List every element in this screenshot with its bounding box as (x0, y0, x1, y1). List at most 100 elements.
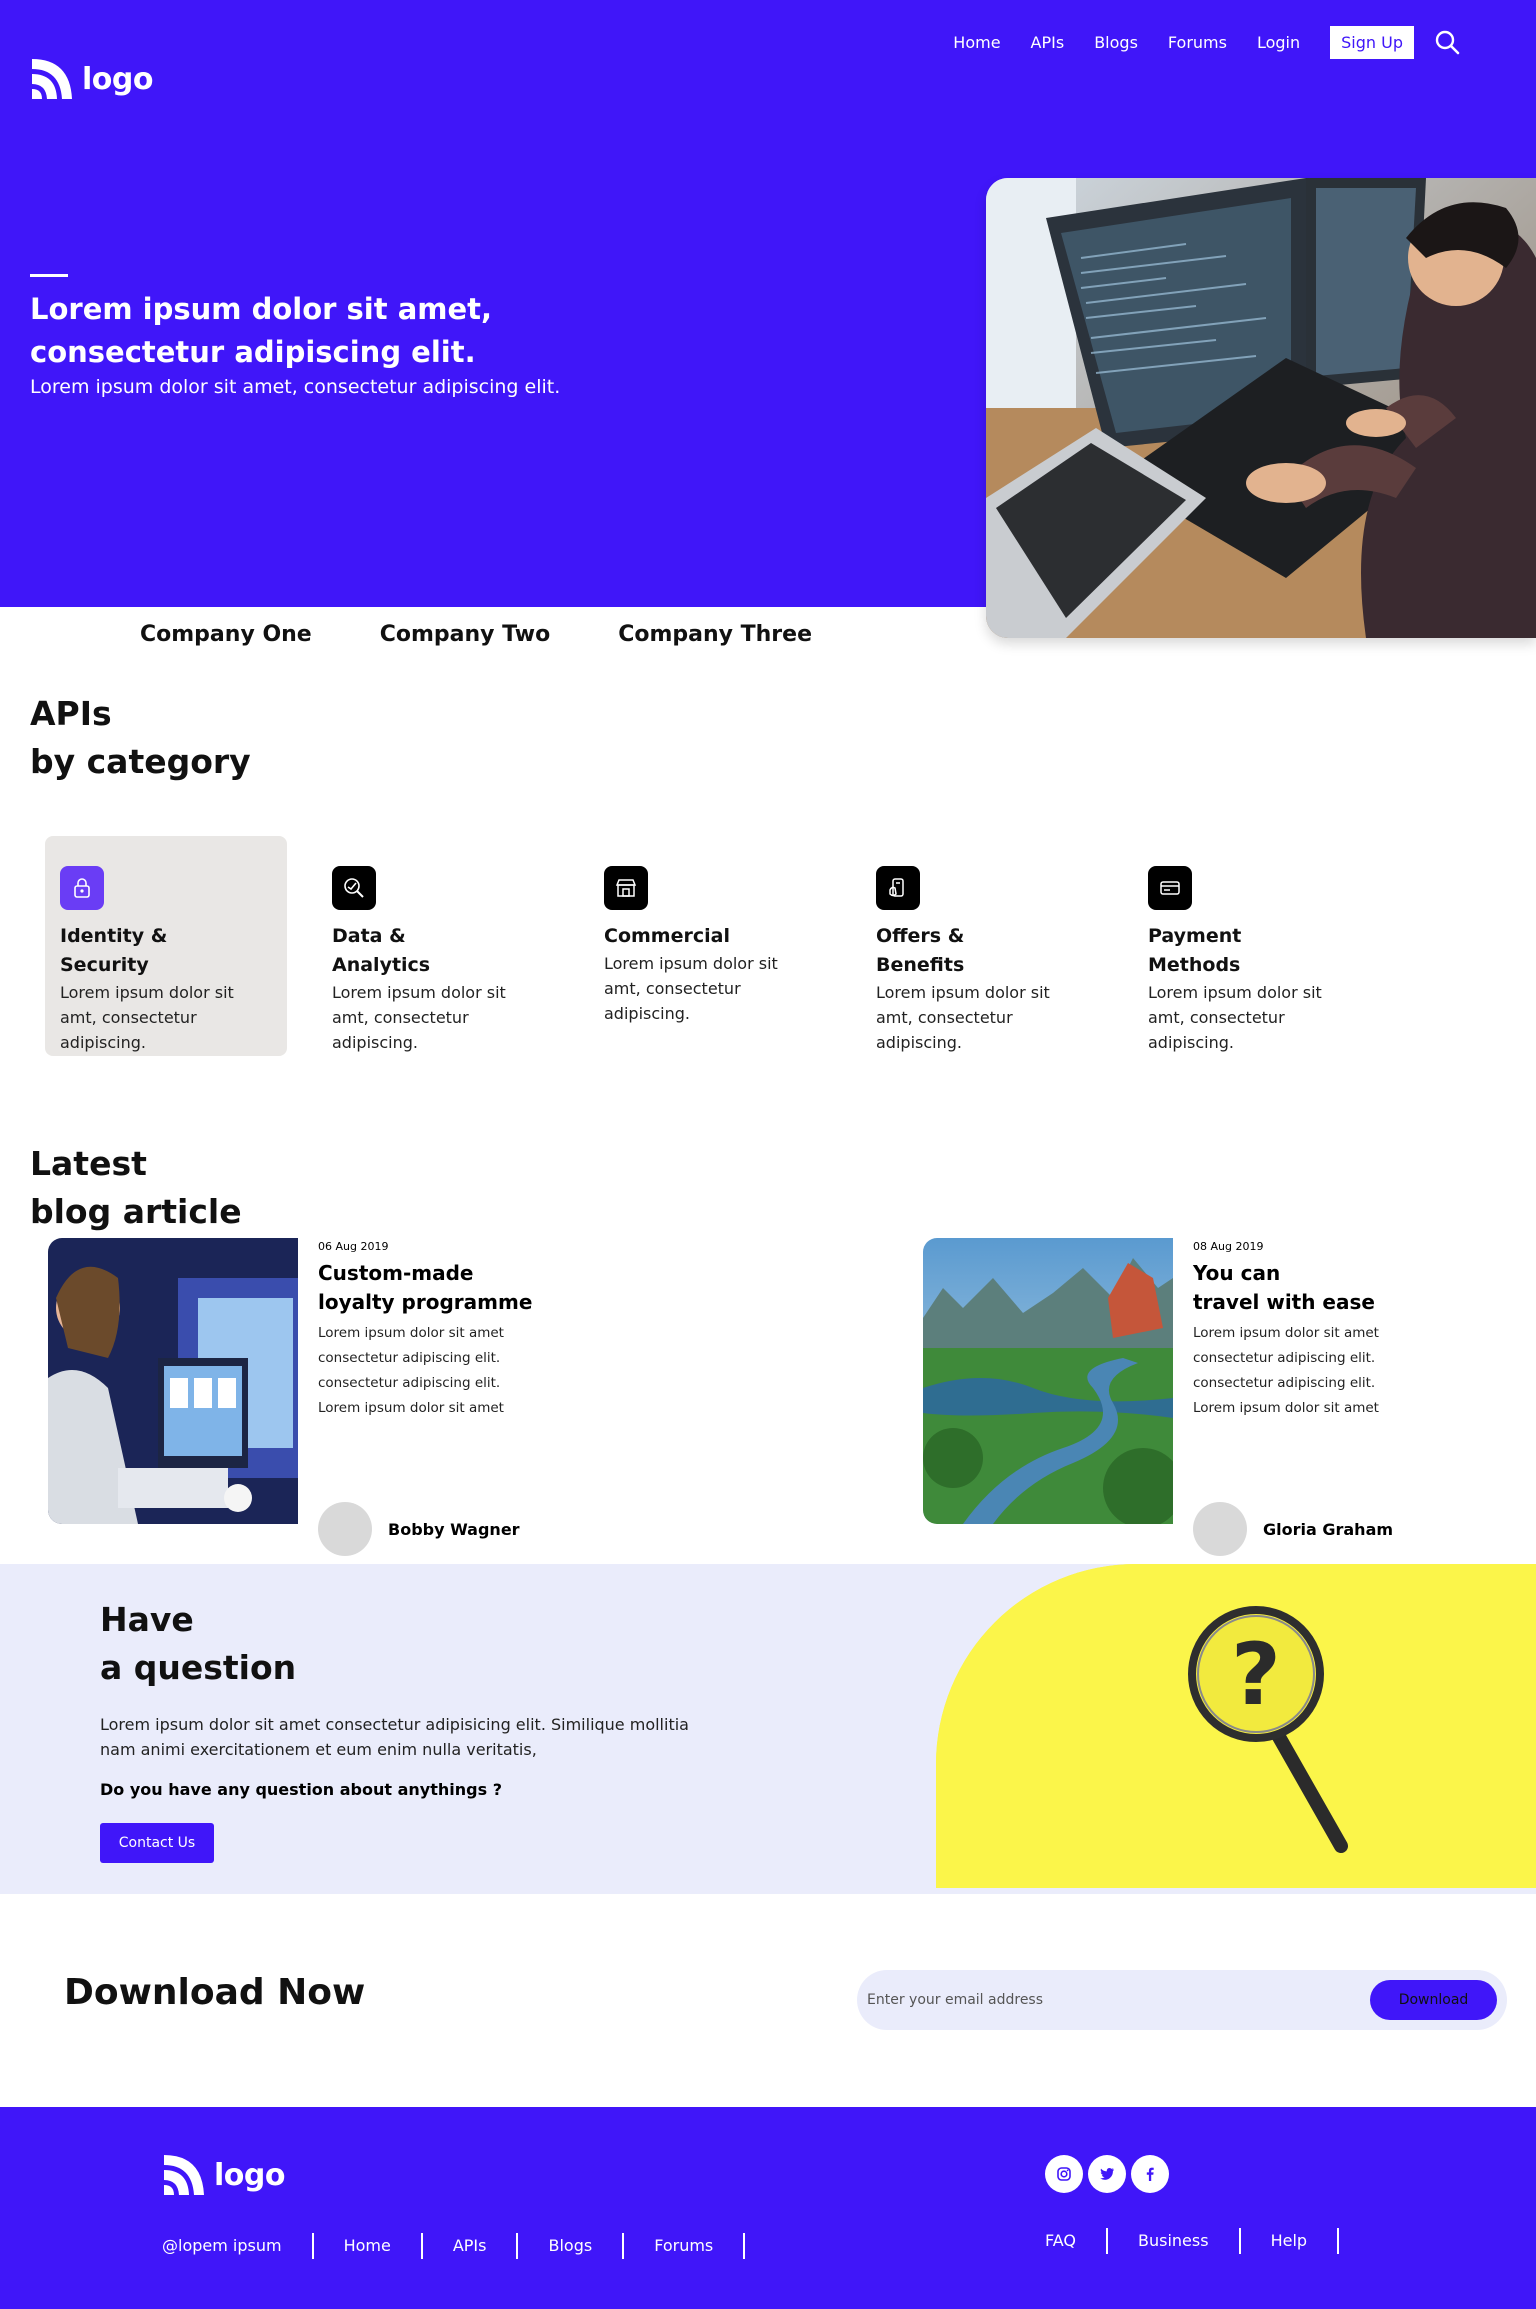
site-logo[interactable]: logo (30, 57, 153, 101)
category-payment-methods[interactable]: Payment Methods Lorem ipsum dolor sit amt… (1133, 836, 1375, 1056)
category-commercial[interactable]: Commercial Lorem ipsum dolor sit amt, co… (589, 836, 831, 1056)
author-name: Bobby Wagner (388, 1519, 520, 1539)
store-icon (604, 866, 648, 910)
hero-title: Lorem ipsum dolor sit amet, consectetur … (30, 292, 493, 369)
category-title-b: Security (60, 954, 149, 976)
instagram-icon[interactable] (1045, 2155, 1083, 2193)
blog-author: Gloria Graham (1193, 1502, 1453, 1556)
download-title-rest: Now (264, 1972, 366, 2013)
logo-icon (30, 57, 74, 101)
nav-apis[interactable]: APIs (1031, 33, 1065, 52)
question-section: Have a question Lorem ipsum dolor sit am… (0, 1564, 1536, 1894)
company-logos: Company One Company Two Company Three (140, 622, 812, 647)
category-title-a: Payment (1148, 925, 1242, 947)
category-title-b: Analytics (332, 954, 431, 976)
contact-us-button[interactable]: Contact Us (100, 1823, 214, 1863)
avatar (1193, 1502, 1247, 1556)
logo-text: logo (82, 61, 153, 97)
category-data-analytics[interactable]: Data & Analytics Lorem ipsum dolor sit am… (317, 836, 559, 1056)
top-nav: Home APIs Blogs Forums Login Sign Up (953, 22, 1536, 62)
category-desc: Lorem ipsum dolor sit amt, consectetur a… (1148, 983, 1322, 1052)
excerpt-line: Lorem ipsum dolor sit amet (1193, 1400, 1379, 1416)
category-title-a: Identity & (60, 925, 168, 947)
nav-forums[interactable]: Forums (1168, 33, 1227, 52)
blog-title-b: loyalty programme (318, 1290, 533, 1314)
category-desc: Lorem ipsum dolor sit amt, consectetur a… (332, 983, 506, 1052)
footer-link-home[interactable]: Home (314, 2233, 423, 2259)
hero-accent-line (30, 274, 68, 277)
excerpt-line: Lorem ipsum dolor sit amet (318, 1325, 504, 1341)
search-icon[interactable] (1432, 27, 1462, 57)
svg-text:?: ? (1231, 1625, 1281, 1725)
apis-title-line2: by category (30, 742, 251, 781)
hero-developer-image (986, 178, 1536, 638)
category-identity-security[interactable]: Identity & Security Lorem ipsum dolor sit… (45, 836, 287, 1056)
category-title: Payment Methods (1148, 922, 1360, 980)
blog-card[interactable]: 06 Aug 2019 Custom-made loyalty programme… (48, 1238, 538, 1556)
blog-card[interactable]: 08 Aug 2019 You can travel with ease Lore… (923, 1238, 1413, 1556)
footer-logo[interactable]: logo (162, 2153, 285, 2197)
blog-title[interactable]: You can travel with ease (1193, 1259, 1413, 1317)
blog-title-a: Custom-made (318, 1261, 474, 1285)
question-title: Have a question (100, 1596, 296, 1692)
logo-text: logo (214, 2157, 285, 2193)
blog-title[interactable]: Custom-made loyalty programme (318, 1259, 538, 1317)
blog-title-line2: blog article (30, 1192, 242, 1231)
category-title: Commercial (604, 922, 816, 951)
footer-link-help[interactable]: Help (1241, 2228, 1340, 2254)
footer-link-faq[interactable]: FAQ (1015, 2228, 1108, 2254)
question-title-line1: Have (100, 1600, 194, 1639)
lock-icon (60, 866, 104, 910)
company-two: Company Two (379, 622, 551, 647)
email-field[interactable] (867, 1992, 1370, 2008)
blog-thumbnail-image[interactable] (48, 1238, 298, 1524)
category-title-b: Methods (1148, 954, 1241, 976)
api-categories: Identity & Security Lorem ipsum dolor sit… (45, 836, 1405, 1056)
download-button[interactable]: Download (1370, 1980, 1497, 2020)
nav-login[interactable]: Login (1257, 33, 1300, 52)
category-desc: Lorem ipsum dolor sit amt, consectetur a… (604, 954, 778, 1023)
company-one: Company One (140, 622, 312, 647)
excerpt-line: consectetur adipiscing elit. (318, 1375, 501, 1391)
category-title: Identity & Security (60, 922, 272, 980)
category-title-b: Benefits (876, 954, 965, 976)
blog-info: 08 Aug 2019 You can travel with ease Lore… (1193, 1238, 1413, 1556)
footer-link-apis[interactable]: APIs (423, 2233, 519, 2259)
blog-title-b: travel with ease (1193, 1290, 1375, 1314)
company-three: Company Three (618, 622, 813, 647)
card-icon (1148, 866, 1192, 910)
excerpt-line: consectetur adipiscing elit. (318, 1350, 501, 1366)
nav-blogs[interactable]: Blogs (1094, 33, 1138, 52)
download-form: Download (857, 1970, 1507, 2030)
excerpt-line: Lorem ipsum dolor sit amet (318, 1400, 504, 1416)
blog-thumbnail-image[interactable] (923, 1238, 1173, 1524)
logo-icon (162, 2153, 206, 2197)
blog-title-a: You can (1193, 1261, 1281, 1285)
blog-author: Bobby Wagner (318, 1502, 578, 1556)
category-desc: Lorem ipsum dolor sit amt, consectetur a… (876, 983, 1050, 1052)
analytics-icon (332, 866, 376, 910)
footer-link-blogs[interactable]: Blogs (518, 2233, 625, 2259)
blog-section-title: Latest blog article (30, 1140, 242, 1236)
signup-button[interactable]: Sign Up (1330, 25, 1414, 59)
category-title-a: Commercial (604, 925, 730, 947)
twitter-icon[interactable] (1088, 2155, 1126, 2193)
category-title: Data & Analytics (332, 922, 544, 980)
magnifier-question-image: ? (936, 1564, 1536, 1888)
footer-link-business[interactable]: Business (1108, 2228, 1241, 2254)
offer-icon (876, 866, 920, 910)
nav-home[interactable]: Home (953, 33, 1000, 52)
apis-title-line1: APIs (30, 694, 112, 733)
footer-link-forums[interactable]: Forums (624, 2233, 746, 2259)
question-prompt: Do you have any question about anythings… (100, 1780, 502, 1799)
blog-excerpt: Lorem ipsum dolor sit amet consectetur a… (1193, 1321, 1413, 1421)
facebook-icon[interactable] (1131, 2155, 1169, 2193)
category-title-a: Offers & (876, 925, 965, 947)
blog-info: 06 Aug 2019 Custom-made loyalty programme… (318, 1238, 538, 1556)
footer-links-right: FAQ Business Help (1015, 2228, 1340, 2254)
author-name: Gloria Graham (1263, 1519, 1394, 1539)
footer: logo @lopem ipsum Home APIs Blogs Forums… (0, 2107, 1536, 2309)
social-links (1045, 2155, 1169, 2193)
question-title-line2: a question (100, 1648, 297, 1687)
category-offers-benefits[interactable]: Offers & Benefits Lorem ipsum dolor sit a… (861, 836, 1103, 1056)
